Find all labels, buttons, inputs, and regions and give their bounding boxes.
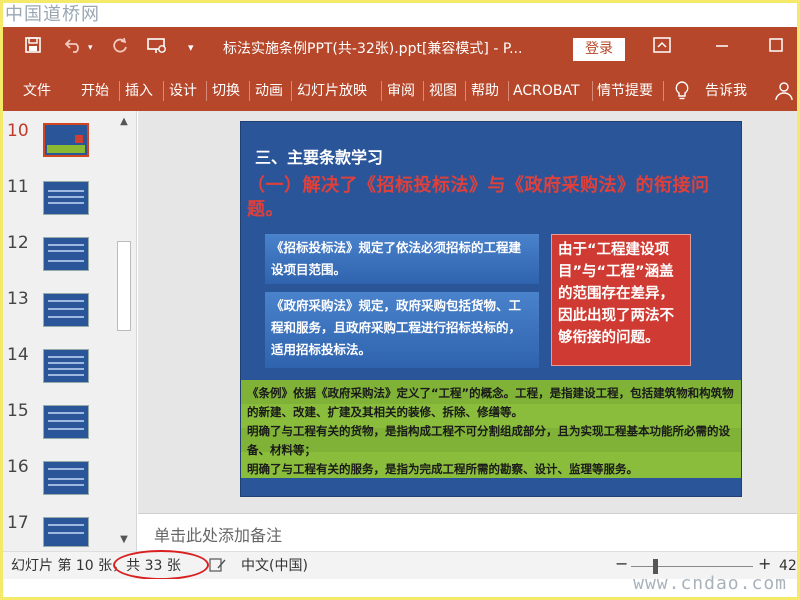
tab-separator — [163, 81, 164, 101]
slide-thumbnail[interactable] — [43, 293, 89, 327]
undo-dropdown-icon[interactable]: ▾ — [88, 37, 93, 59]
tab-separator — [508, 81, 509, 101]
slide-number: 10 — [7, 121, 29, 141]
slide-editor: 三、主要条款学习 （一）解决了《招标投标法》与《政府采购法》的衔接问题。 《招标… — [138, 111, 797, 513]
ribbon-tabs: 文件 开始 插入 设计 切换 动画 幻灯片放映 审阅 视图 帮助 ACROBAT… — [3, 71, 797, 111]
document-title: 标法实施条例PPT(共-32张).ppt[兼容模式] - P... — [223, 41, 523, 57]
slide-heading[interactable]: 三、主要条款学习 — [255, 144, 383, 168]
watermark-top: 中国道桥网 — [5, 4, 100, 25]
slide-thumbnail[interactable] — [43, 349, 89, 383]
redo-icon[interactable] — [111, 37, 129, 61]
zoom-slider-track[interactable] — [631, 566, 753, 567]
slide-thumbnail[interactable] — [43, 181, 89, 215]
tab-separator — [423, 81, 424, 101]
scroll-up-arrow-icon[interactable]: ▲ — [115, 113, 133, 131]
watermark-url: www.cndao.com — [633, 573, 787, 594]
notes-pane[interactable]: 单击此处添加备注 — [138, 513, 797, 551]
summary-line: 《条例》依据《政府采购法》定义了“工程”的概念。工程，是指建设工程，包括建筑物和… — [247, 386, 734, 419]
slide-number: 12 — [7, 233, 29, 253]
slide-thumbnail[interactable] — [43, 517, 89, 547]
tab-acrobat[interactable]: ACROBAT — [513, 71, 580, 111]
tab-separator — [249, 81, 250, 101]
login-button[interactable]: 登录 — [573, 38, 625, 61]
tab-design[interactable]: 设计 — [169, 71, 197, 111]
tab-slideshow[interactable]: 幻灯片放映 — [297, 71, 367, 111]
minimize-icon[interactable] — [715, 37, 729, 59]
zoom-in-button[interactable]: + — [758, 555, 771, 573]
notes-edit-icon[interactable] — [209, 557, 227, 578]
tell-me-search[interactable]: 告诉我 — [705, 71, 747, 111]
text-box-bidding-law[interactable]: 《招标投标法》规定了依法必须招标的工程建设项目范围。 — [265, 234, 539, 284]
lightbulb-icon[interactable] — [675, 71, 689, 111]
person-icon[interactable] — [775, 71, 793, 111]
save-icon[interactable] — [25, 37, 41, 59]
scroll-down-arrow-icon[interactable]: ▼ — [115, 531, 133, 549]
slide-number: 15 — [7, 401, 29, 421]
tab-transitions[interactable]: 切换 — [212, 71, 240, 111]
chevron-down-icon[interactable]: ▾ — [188, 37, 194, 59]
watermark-bottom-strip: www.cndao.com — [3, 573, 797, 597]
slide-number: 16 — [7, 457, 29, 477]
tab-separator — [592, 81, 593, 101]
language-indicator[interactable]: 中文(中国) — [241, 557, 308, 575]
notes-placeholder[interactable]: 单击此处添加备注 — [154, 522, 282, 546]
tab-home[interactable]: 开始 — [81, 71, 109, 111]
tab-view[interactable]: 视图 — [429, 71, 457, 111]
tab-insert[interactable]: 插入 — [125, 71, 153, 111]
title-bar: ▾ ▾ 标法实施条例PPT(共-32张).ppt[兼容模式] - P... 登录 — [3, 27, 797, 71]
slide-number: 17 — [7, 513, 29, 533]
tab-separator — [465, 81, 466, 101]
tab-animations[interactable]: 动画 — [255, 71, 283, 111]
slide-thumbnail-selected[interactable] — [43, 123, 89, 157]
slide-number: 13 — [7, 289, 29, 309]
tab-separator — [663, 81, 664, 101]
tab-help[interactable]: 帮助 — [471, 71, 499, 111]
tab-separator — [119, 81, 120, 101]
tab-separator — [206, 81, 207, 101]
slide-thumbnail[interactable] — [43, 237, 89, 271]
slide-thumbnail[interactable] — [43, 461, 89, 495]
present-from-start-icon[interactable] — [146, 37, 168, 61]
slide-number: 11 — [7, 177, 29, 197]
tab-separator — [381, 81, 382, 101]
tab-separator — [291, 81, 292, 101]
slide-subtitle[interactable]: （一）解决了《招标投标法》与《政府采购法》的衔接问题。 — [247, 174, 741, 222]
maximize-icon[interactable] — [769, 37, 783, 59]
slide-canvas[interactable]: 三、主要条款学习 （一）解决了《招标投标法》与《政府采购法》的衔接问题。 《招标… — [240, 121, 742, 497]
ribbon-display-options-icon[interactable] — [653, 37, 671, 59]
tab-file[interactable]: 文件 — [23, 71, 51, 111]
text-box-procurement-law[interactable]: 《政府采购法》规定，政府采购包括货物、工程和服务，且政府采购工程进行招标投标的，… — [265, 292, 539, 368]
scrollbar-thumb[interactable] — [117, 241, 131, 331]
annotation-ellipse — [113, 550, 209, 580]
zoom-slider-handle[interactable] — [653, 559, 658, 574]
text-box-callout-red[interactable]: 由于“工程建设项目”与“工程”涵盖的范围存在差异，因此出现了两法不够衔接的问题。 — [551, 234, 691, 366]
summary-line: 明确了与工程有关的服务，是指为完成工程所需的勘察、设计、监理等服务。 — [247, 462, 638, 476]
thumbnail-scrollbar[interactable]: ▲ ▼ — [115, 111, 133, 551]
app-window: 中国道桥网 ▾ ▾ 标法实施条例PPT(共-32张).ppt[兼容模式] - P… — [3, 3, 797, 597]
zoom-out-button[interactable]: − — [615, 555, 628, 573]
tab-review[interactable]: 审阅 — [387, 71, 415, 111]
text-box-regulation-summary[interactable]: 《条例》依据《政府采购法》定义了“工程”的概念。工程，是指建设工程，包括建筑物和… — [241, 380, 741, 478]
summary-line: 明确了与工程有关的货物，是指构成工程不可分割组成部分，且为实现工程基本功能所必需… — [247, 424, 730, 457]
slide-number: 14 — [7, 345, 29, 365]
undo-icon[interactable] — [64, 37, 85, 59]
slide-thumbnail[interactable] — [43, 405, 89, 439]
tab-storyboard[interactable]: 情节提要 — [597, 71, 653, 111]
slide-thumbnail-pane: 10 11 12 13 14 15 16 17 ▲ ▼ — [3, 111, 137, 551]
